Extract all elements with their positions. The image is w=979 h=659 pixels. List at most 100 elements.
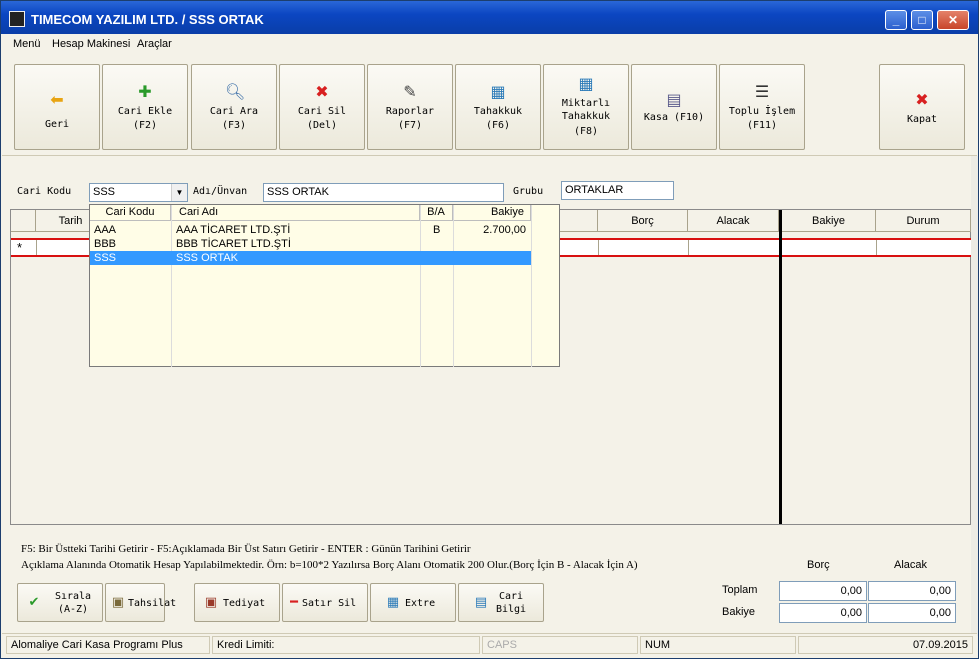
add-account-button[interactable]: ✚ Cari Ekle (F2): [102, 64, 188, 150]
search-account-button[interactable]: 🔍︎ Cari Ara (F3): [191, 64, 277, 150]
reports-label: Raporlar: [385, 106, 435, 117]
cell-divider: [598, 240, 599, 255]
dropdown-row-code: BBB: [94, 238, 117, 250]
account-info-sub-label: Bilgi: [495, 604, 527, 615]
payment-label: Tediyat: [223, 598, 266, 609]
menu-item-calculator[interactable]: Hesap Makinesi: [52, 38, 130, 50]
close-button-label: Kapat: [906, 114, 938, 125]
batch-process-shortcut: (F11): [746, 120, 778, 131]
add-account-label: Cari Ekle: [117, 106, 173, 117]
plus-icon: ✚: [138, 82, 152, 101]
totals-credit-header: Alacak: [894, 559, 928, 571]
account-info-button[interactable]: ▤ Cari Bilgi: [458, 583, 544, 622]
dropdown-header-ba: B/A: [420, 205, 453, 221]
title-bar: TIMECOM YAZILIM LTD. / SSS ORTAK _ □ ✕: [1, 1, 978, 34]
collection-label: Tahsilat: [128, 598, 177, 609]
dropdown-row-name: BBB TİCARET LTD.ŞTİ: [176, 238, 291, 250]
search-account-shortcut: (F3): [221, 120, 247, 131]
status-bar: Alomaliye Cari Kasa Programı Plus Kredi …: [2, 633, 977, 655]
quantity-accrual-button[interactable]: ▦ Miktarlı Tahakkuk (F8): [543, 64, 629, 150]
name-title-field[interactable]: SSS ORTAK: [263, 183, 504, 202]
delete-account-button[interactable]: ✖ Cari Sil (Del): [279, 64, 365, 150]
delete-account-shortcut: (Del): [306, 120, 338, 131]
status-num: NUM: [640, 636, 796, 654]
batch-list-icon: ☰: [754, 82, 770, 101]
hint-line-1: F5: Bir Üstteki Tarihi Getirir - F5:Açık…: [21, 543, 471, 555]
menu-item-tools[interactable]: Araçlar: [137, 38, 172, 50]
column-header-status[interactable]: Durum: [876, 210, 971, 232]
statement-label: Extre: [405, 598, 436, 609]
balance-debit-field: 0,00: [779, 603, 867, 623]
delete-row-icon: ━: [290, 595, 298, 610]
account-form: Cari Kodu SSS ▼ Adı/Ünvan SSS ORTAK Grub…: [2, 179, 977, 205]
cash-button[interactable]: ▤ Kasa (F10): [631, 64, 717, 150]
reports-button[interactable]: ✎ Raporlar (F7): [367, 64, 453, 150]
window-title: TIMECOM YAZILIM LTD. / SSS ORTAK: [31, 12, 264, 27]
close-window-button[interactable]: ✕: [937, 10, 969, 30]
total-credit-field: 0,00: [868, 581, 956, 601]
dropdown-header-code: Cari Kodu: [90, 205, 171, 221]
dropdown-row-selected[interactable]: SSS SSS ORTAK: [90, 251, 531, 265]
statement-button[interactable]: ▦ Extre: [370, 583, 456, 622]
sort-sub-label: (A-Z): [57, 604, 89, 615]
account-code-label: Cari Kodu: [17, 186, 72, 197]
maximize-button[interactable]: □: [911, 10, 933, 30]
accrual-label: Tahakkuk: [473, 106, 523, 117]
menu-item-menu[interactable]: Menü: [13, 38, 41, 50]
sort-button[interactable]: ✔ Sırala (A-Z): [17, 583, 103, 622]
column-header-debit[interactable]: Borç: [598, 210, 688, 232]
quantity-accrual-label: Miktarlı Tahakkuk: [561, 98, 611, 122]
close-icon: ✖: [915, 90, 929, 109]
column-header-credit[interactable]: Alacak: [688, 210, 779, 232]
account-info-label: Cari: [498, 591, 524, 602]
dropdown-row-name: AAA TİCARET LTD.ŞTİ: [176, 224, 291, 236]
arrow-left-icon: ⬅: [50, 90, 64, 109]
quantity-accrual-icon: ▦: [578, 74, 594, 93]
collection-icon: ▣: [111, 595, 125, 610]
new-row-marker: *: [17, 240, 23, 255]
dropdown-row[interactable]: AAA AAA TİCARET LTD.ŞTİ B 2.700,00: [90, 223, 559, 237]
dropdown-row-name: SSS ORTAK: [176, 252, 238, 264]
search-icon: 🔍︎: [225, 82, 246, 101]
status-app-name: Alomaliye Cari Kasa Programı Plus: [6, 636, 210, 654]
statement-icon: ▦: [386, 595, 400, 610]
total-debit-field: 0,00: [779, 581, 867, 601]
column-header-balance[interactable]: Bakiye: [782, 210, 876, 232]
account-dropdown-list[interactable]: Cari Kodu Cari Adı B/A Bakiye AAA AAA Tİ…: [89, 204, 560, 367]
dropdown-row[interactable]: BBB BBB TİCARET LTD.ŞTİ: [90, 237, 559, 251]
account-code-combo[interactable]: SSS ▼: [89, 183, 188, 202]
quantity-accrual-shortcut: (F8): [573, 126, 599, 137]
close-button[interactable]: ✖ Kapat: [879, 64, 965, 150]
cell-divider: [688, 240, 689, 255]
balance-label: Bakiye: [722, 606, 756, 618]
cell-divider: [36, 240, 37, 255]
accrual-shortcut: (F6): [485, 120, 511, 131]
row-header-cell: [11, 210, 36, 232]
group-label: Grubu: [513, 186, 544, 197]
cell-divider: [876, 240, 877, 255]
collection-button[interactable]: ▣ Tahsilat: [105, 583, 176, 622]
cash-register-icon: ▤: [666, 90, 682, 109]
report-icon: ✎: [403, 82, 417, 101]
batch-process-button[interactable]: ☰ Toplu İşlem (F11): [719, 64, 805, 150]
name-title-label: Adı/Ünvan: [193, 186, 248, 197]
delete-row-button[interactable]: ━ Satır Sil: [282, 583, 368, 622]
dropdown-row-code: SSS: [94, 252, 117, 264]
info-icon: ▤: [474, 595, 488, 610]
cash-label: Kasa (F10): [643, 112, 705, 123]
payment-button[interactable]: ▣ Tediyat: [194, 583, 280, 622]
chevron-down-icon[interactable]: ▼: [171, 184, 187, 201]
group-field[interactable]: ORTAKLAR: [561, 181, 674, 200]
batch-process-label: Toplu İşlem: [728, 106, 796, 117]
minimize-button[interactable]: _: [885, 10, 907, 30]
dropdown-row-balance: 2.700,00: [483, 224, 526, 236]
delete-account-label: Cari Sil: [297, 106, 347, 117]
accrual-button[interactable]: ▦ Tahakkuk (F6): [455, 64, 541, 150]
dropdown-header-balance: Bakiye: [453, 205, 531, 221]
delete-icon: ✖: [315, 82, 329, 101]
add-account-shortcut: (F2): [132, 120, 158, 131]
total-label: Toplam: [722, 584, 758, 596]
dropdown-row-code: AAA: [94, 224, 117, 236]
back-button[interactable]: ⬅ Geri: [14, 64, 100, 150]
account-code-value: SSS: [93, 186, 116, 198]
